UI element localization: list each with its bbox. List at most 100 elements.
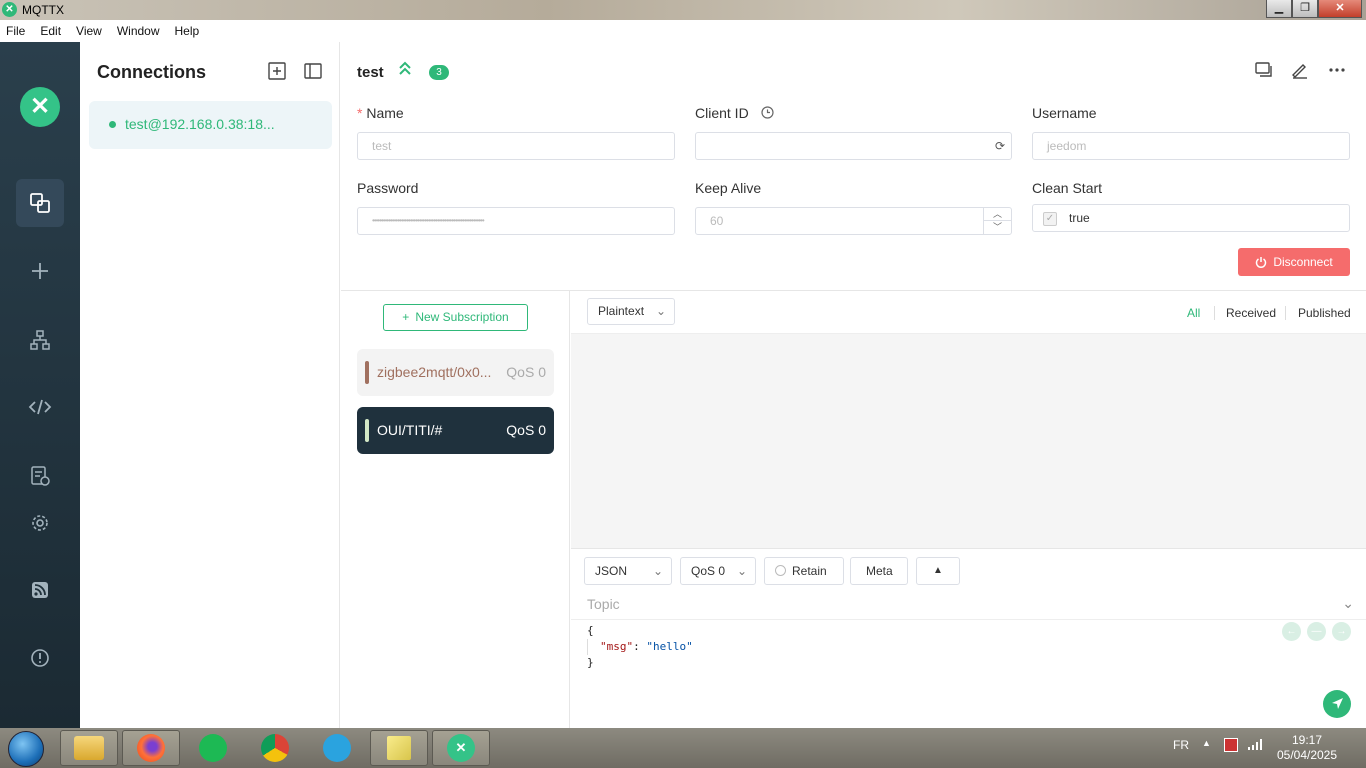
code-icon (28, 399, 52, 415)
new-subscription-label: New Subscription (415, 310, 509, 324)
messages-panel: Plaintext ⌄ All Received Published JSON … (571, 291, 1366, 728)
chrome-icon (261, 734, 289, 762)
subscription-topic: zigbee2mqtt/0x0... (377, 364, 492, 380)
subscription-item-selected[interactable]: OUI/TITI/# QoS 0 (357, 407, 554, 454)
nav-new-connection[interactable] (16, 247, 64, 295)
keepalive-stepper[interactable]: ︿ ﹀ (983, 208, 1011, 234)
taskbar-notes[interactable] (370, 730, 428, 766)
more-icon (1329, 68, 1345, 72)
history-prev-icon[interactable]: ← (1282, 622, 1301, 641)
nav-subscribe[interactable] (16, 566, 64, 614)
caret-up-icon: ▲ (933, 565, 943, 576)
send-icon (1331, 698, 1343, 709)
menu-help[interactable]: Help (175, 24, 200, 38)
taskbar-firefox[interactable] (122, 730, 180, 766)
meta-button[interactable]: Meta (850, 557, 908, 585)
menu-window[interactable]: Window (117, 24, 160, 38)
taskbar-mqttx[interactable]: ✕ (432, 730, 490, 766)
payload-format-select[interactable]: Plaintext ⌄ (587, 298, 675, 325)
keepalive-label: Keep Alive (695, 180, 762, 196)
network-signal-icon[interactable] (1248, 738, 1264, 753)
nav-topology[interactable] (16, 316, 64, 364)
history-clear-icon[interactable]: — (1307, 622, 1326, 641)
menu-view[interactable]: View (76, 24, 102, 38)
subscription-item[interactable]: zigbee2mqtt/0x0... QoS 0 (357, 349, 554, 396)
nav-about[interactable] (16, 634, 64, 682)
checkbox-icon[interactable]: ✓ (1043, 212, 1057, 226)
filter-published[interactable]: Published (1298, 306, 1351, 320)
clean-start-value: true (1069, 211, 1090, 225)
connection-title: test (357, 64, 384, 81)
log-icon (31, 466, 50, 486)
payload-brace-open: { (587, 624, 594, 637)
chat-button[interactable] (1253, 60, 1275, 82)
publish-format-value: JSON (595, 564, 628, 578)
connection-detail: test 3 * Name test Client ID ⟳ Username (341, 42, 1366, 728)
payload-colon: : (633, 640, 647, 653)
window-controls: ▁ ❐ ✕ (1266, 0, 1362, 18)
filter-all[interactable]: All (1187, 306, 1200, 320)
username-input[interactable]: jeedom (1032, 132, 1350, 160)
menu-file[interactable]: File (6, 24, 25, 38)
publish-format-select[interactable]: JSON ⌄ (584, 557, 672, 585)
minimize-button[interactable]: ▁ (1266, 0, 1292, 18)
maximize-button[interactable]: ❐ (1292, 0, 1318, 18)
more-button[interactable] (1326, 60, 1348, 82)
sticky-notes-icon (387, 736, 411, 760)
language-indicator[interactable]: FR (1173, 738, 1189, 752)
keepalive-value: 60 (710, 214, 724, 228)
collapse-icon[interactable] (397, 60, 413, 81)
decrement-icon[interactable]: ﹀ (984, 221, 1011, 234)
password-input[interactable]: ••••••••••••••••••••••••••••••••••••••••… (357, 207, 675, 235)
send-button[interactable] (1323, 690, 1351, 718)
retain-toggle[interactable]: Retain (764, 557, 844, 585)
taskbar-explorer[interactable] (60, 730, 118, 766)
refresh-icon[interactable]: ⟳ (995, 133, 1005, 159)
clock-time: 19:17 (1291, 733, 1323, 747)
window-titlebar: ✕ MQTTX ▁ ❐ ✕ (0, 0, 1366, 20)
tray-expand-icon[interactable]: ▲ (1202, 738, 1211, 748)
nav-settings[interactable] (16, 499, 64, 547)
battery-icon[interactable] (1224, 738, 1238, 752)
payload-editor[interactable]: { "msg": "hello" } (587, 623, 693, 671)
filter-received[interactable]: Received (1226, 306, 1276, 320)
clean-start-select[interactable]: ✓ true (1032, 204, 1350, 232)
topic-input-row[interactable]: Topic ⌄ (571, 593, 1366, 620)
disconnect-button[interactable]: Disconnect (1238, 248, 1350, 276)
subscriptions-panel: + New Subscription zigbee2mqtt/0x0... QoS… (341, 291, 570, 728)
app-logo-icon: ✕ (20, 87, 60, 127)
info-icon (31, 649, 49, 667)
start-button[interactable] (8, 731, 44, 767)
payload-format-value: Plaintext (598, 304, 645, 318)
taskbar-telegram[interactable] (308, 730, 366, 766)
increment-icon[interactable]: ︿ (984, 208, 1011, 221)
nav-script[interactable] (16, 383, 64, 431)
toggle-panel-button[interactable] (303, 62, 323, 82)
new-subscription-button[interactable]: + New Subscription (383, 304, 528, 331)
client-id-label: Client ID (695, 105, 774, 121)
client-id-input[interactable]: ⟳ (695, 132, 1012, 160)
nav-log[interactable] (16, 452, 64, 500)
edit-button[interactable] (1289, 60, 1311, 82)
menubar: File Edit View Window Help (0, 20, 1366, 42)
name-input[interactable]: test (357, 132, 675, 160)
history-next-icon[interactable]: → (1332, 622, 1351, 641)
publish-qos-select[interactable]: QoS 0 ⌄ (680, 557, 756, 585)
message-list[interactable] (571, 334, 1366, 548)
topic-input[interactable]: Topic (587, 596, 620, 612)
taskbar-clock[interactable]: 19:17 05/04/2025 (1272, 733, 1342, 763)
gear-icon (32, 515, 48, 531)
chevron-down-icon[interactable]: ⌄ (1342, 595, 1354, 612)
taskbar-spotify[interactable] (184, 730, 242, 766)
connection-item[interactable]: test@192.168.0.38:18... (89, 101, 332, 149)
firefox-icon (137, 734, 165, 762)
clock-icon[interactable] (760, 106, 774, 119)
menu-edit[interactable]: Edit (40, 24, 61, 38)
add-connection-button[interactable] (267, 62, 287, 82)
close-button[interactable]: ✕ (1318, 0, 1362, 18)
taskbar-chrome[interactable] (246, 730, 304, 766)
username-label: Username (1032, 105, 1097, 121)
expand-button[interactable]: ▲ (916, 557, 960, 585)
nav-connections[interactable] (16, 179, 64, 227)
keepalive-input[interactable]: 60 ︿ ﹀ (695, 207, 1012, 235)
